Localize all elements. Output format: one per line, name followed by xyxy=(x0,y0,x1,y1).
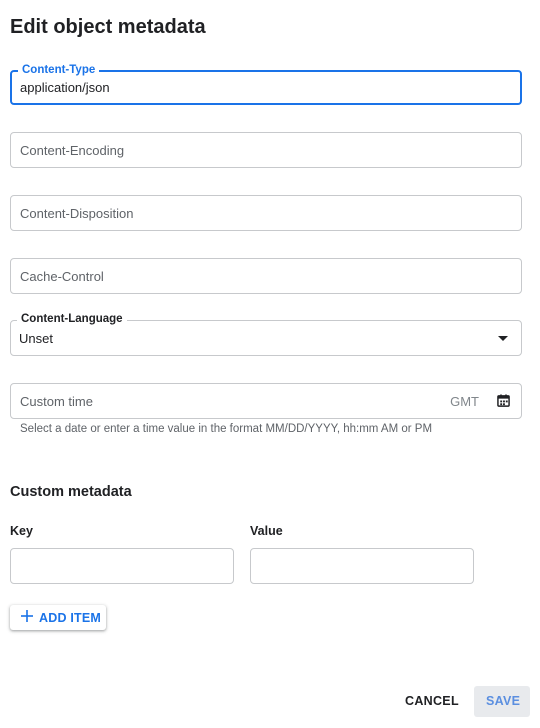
dialog-title: Edit object metadata xyxy=(10,16,206,38)
custom-time-field[interactable]: Custom time GMT xyxy=(10,383,522,419)
content-encoding-field[interactable]: Content-Encoding xyxy=(10,132,522,168)
content-disposition-field[interactable]: Content-Disposition xyxy=(10,195,522,231)
gmt-suffix: GMT xyxy=(450,394,479,409)
content-type-field[interactable]: Content-Type application/json xyxy=(10,63,522,105)
content-language-select[interactable]: Content-Language Unset xyxy=(10,312,522,356)
cancel-button[interactable]: CANCEL xyxy=(405,694,459,708)
save-button-label: SAVE xyxy=(486,694,521,708)
plus-icon xyxy=(21,610,33,622)
content-type-label: Content-Type xyxy=(18,63,100,77)
metadata-value-input[interactable] xyxy=(250,548,474,584)
key-column-label: Key xyxy=(10,524,33,538)
cache-control-placeholder: Cache-Control xyxy=(20,269,104,284)
cache-control-field[interactable]: Cache-Control xyxy=(10,258,522,294)
custom-time-placeholder: Custom time xyxy=(20,394,93,409)
save-button[interactable]: SAVE xyxy=(474,686,530,717)
custom-metadata-heading: Custom metadata xyxy=(10,484,132,500)
value-column-label: Value xyxy=(250,524,283,538)
content-type-value: application/json xyxy=(20,80,110,95)
content-disposition-placeholder: Content-Disposition xyxy=(20,206,134,221)
metadata-key-input[interactable] xyxy=(10,548,234,584)
content-language-label: Content-Language xyxy=(17,312,127,326)
add-item-button[interactable]: ADD ITEM xyxy=(10,605,106,630)
content-language-value: Unset xyxy=(19,331,53,346)
calendar-icon[interactable] xyxy=(497,394,510,407)
content-encoding-placeholder: Content-Encoding xyxy=(20,143,125,158)
add-item-label: ADD ITEM xyxy=(39,611,102,625)
chevron-down-icon xyxy=(498,336,508,341)
custom-time-hint: Select a date or enter a time value in t… xyxy=(20,423,433,435)
